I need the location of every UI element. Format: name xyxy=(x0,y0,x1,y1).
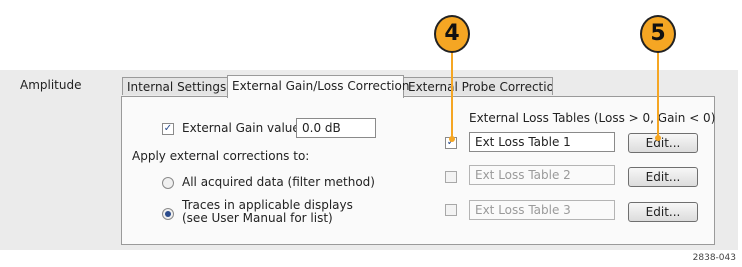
loss-table-2-field[interactable]: Ext Loss Table 2 xyxy=(469,165,615,185)
loss-table-3-field[interactable]: Ext Loss Table 3 xyxy=(469,200,615,220)
loss-table-1-edit-button[interactable]: Edit... xyxy=(628,133,698,153)
loss-table-2-checkbox[interactable] xyxy=(445,171,457,183)
radio-selected-dot xyxy=(165,211,171,217)
callout-4-leader xyxy=(451,52,453,139)
loss-tables-header: External Loss Tables (Loss > 0, Gain < 0… xyxy=(469,111,716,125)
callout-5-leader xyxy=(657,52,659,138)
tab-internal-settings[interactable]: Internal Settings xyxy=(122,77,228,95)
external-gain-label: External Gain value: xyxy=(182,121,304,135)
amplitude-section-label: Amplitude xyxy=(20,78,82,92)
figure-id: 2838-043 xyxy=(692,253,736,263)
loss-table-3-edit-button[interactable]: Edit... xyxy=(628,202,698,222)
radio-traces-in-displays[interactable] xyxy=(162,208,174,220)
callout-5-leader-end xyxy=(655,135,661,141)
apply-corrections-heading: Apply external corrections to: xyxy=(132,149,310,163)
callout-4-leader-end xyxy=(449,136,455,142)
radio-traces-label-line2: (see User Manual for list) xyxy=(182,211,333,225)
external-gain-value-field[interactable]: 0.0 dB xyxy=(296,118,376,138)
radio-all-acquired-data[interactable] xyxy=(162,177,174,189)
tab-external-gain-loss-correction[interactable]: External Gain/Loss Correction xyxy=(227,75,409,98)
callout-5: 5 xyxy=(640,15,676,53)
radio-all-acquired-data-label: All acquired data (filter method) xyxy=(182,175,375,189)
tab-content: ✓ External Gain value: 0.0 dB Apply exte… xyxy=(121,96,715,245)
loss-table-2-edit-button[interactable]: Edit... xyxy=(628,167,698,187)
loss-table-3-checkbox[interactable] xyxy=(445,204,457,216)
external-gain-checkbox[interactable]: ✓ xyxy=(162,123,174,135)
tab-external-probe-correction[interactable]: External Probe Correction xyxy=(403,77,553,95)
callout-4: 4 xyxy=(434,15,470,53)
radio-traces-label-line1: Traces in applicable displays xyxy=(182,198,353,212)
loss-table-1-field[interactable]: Ext Loss Table 1 xyxy=(469,132,615,152)
